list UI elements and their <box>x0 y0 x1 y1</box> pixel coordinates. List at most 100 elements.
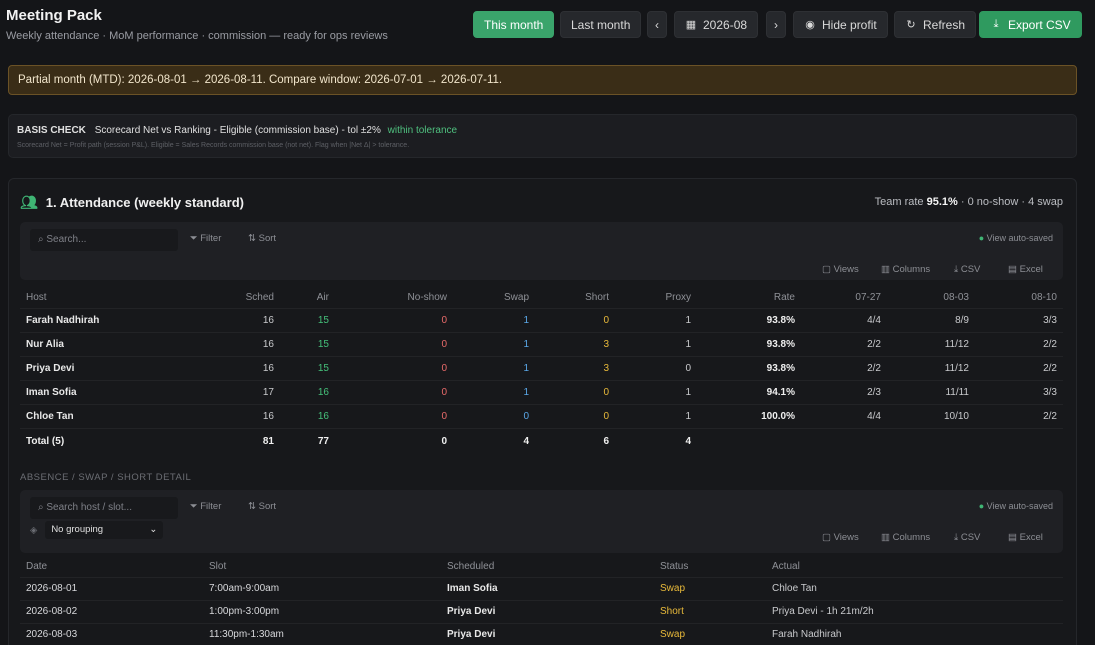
attendance-autosave-indicator: ● View auto-saved <box>979 233 1053 243</box>
detail-sort-button[interactable]: ⇅ Sort <box>248 501 276 512</box>
col-week-0727[interactable]: 07-27 <box>801 288 887 308</box>
cell-sched: 16 <box>220 355 280 380</box>
cell-sched: 17 <box>220 379 280 404</box>
cell-air: 16 <box>280 379 335 404</box>
cell-status: Short <box>654 599 766 623</box>
attendance-views-button[interactable]: ▢ Views <box>822 264 859 275</box>
table-row[interactable]: 2026-08-01 7:00am-9:00am Iman Sofia Swap Chl… <box>20 576 1063 600</box>
col-air[interactable]: Air <box>280 288 335 308</box>
cell-short: 0 <box>535 307 615 332</box>
cell-no-show: 0 <box>335 403 453 428</box>
attendance-excel-button[interactable]: ▤ Excel <box>1008 264 1043 275</box>
cell-proxy: 1 <box>615 331 697 356</box>
cell-short: 3 <box>535 331 615 356</box>
total-cell: Total (5) <box>20 427 220 454</box>
table-row[interactable]: Priya Devi 16 15 0 1 3 0 93.8% 2/2 11/12 2/2 <box>20 355 1063 380</box>
team-rate-value: 95.1% <box>926 196 958 208</box>
cell-07-27: 2/3 <box>801 379 887 404</box>
col-week-0810[interactable]: 08-10 <box>975 288 1063 308</box>
detail-search-placeholder: Search host / slot... <box>46 502 132 513</box>
layers-icon: ◈ <box>30 524 38 536</box>
total-row: Total (5) 81 77 0 4 6 4 <box>20 427 1063 454</box>
col-sched[interactable]: Sched <box>220 288 280 308</box>
table-row[interactable]: Iman Sofia 17 16 0 1 0 1 94.1% 2/3 11/11 3/3 <box>20 379 1063 404</box>
total-cell: 6 <box>535 427 615 454</box>
cell-sched: 16 <box>220 403 280 428</box>
col-short[interactable]: Short <box>535 288 615 308</box>
cell-08-03: 11/11 <box>887 379 975 404</box>
detail-header-row: Date Slot Scheduled Status Actual <box>20 557 1063 577</box>
attendance-sort-button[interactable]: ⇅ Sort <box>248 233 276 244</box>
views-icon: ▢ <box>822 532 834 543</box>
table-row[interactable]: Chloe Tan 16 16 0 0 0 1 100.0% 4/4 10/10 2/2 <box>20 403 1063 428</box>
detail-csv-button[interactable]: ⤓ CSV <box>954 532 980 543</box>
cell-host: Chloe Tan <box>20 403 220 428</box>
attendance-csv-button[interactable]: ⤓ CSV <box>954 264 980 275</box>
table-row[interactable]: Nur Alia 16 15 0 1 3 1 93.8% 2/2 11/12 2/2 <box>20 331 1063 356</box>
col-proxy[interactable]: Proxy <box>615 288 697 308</box>
attendance-section-title: 👥︎ 1. Attendance (weekly standard) <box>20 194 244 211</box>
basis-check-label: BASIS CHECK <box>17 125 86 136</box>
refresh-label: Refresh <box>923 17 966 32</box>
cell-proxy: 1 <box>615 379 697 404</box>
period-picker[interactable]: ▦ 2026-08 <box>674 11 759 38</box>
total-empty-cell <box>975 427 1063 454</box>
this-month-button[interactable]: This month <box>473 11 555 38</box>
period-label: 2026-08 <box>703 17 748 32</box>
status-dot-icon: ● <box>978 233 987 243</box>
detail-views-button[interactable]: ▢ Views <box>822 532 859 543</box>
cell-sched: 16 <box>220 331 280 356</box>
cell-host: Priya Devi <box>20 355 220 380</box>
next-month-button[interactable]: › <box>766 11 786 38</box>
cell-swap: 0 <box>453 403 535 428</box>
attendance-search-placeholder: Search... <box>46 234 87 245</box>
attendance-filter-button[interactable]: ⏷ Filter <box>190 233 221 244</box>
last-month-button[interactable]: Last month <box>560 11 642 38</box>
table-row[interactable]: Farah Nadhirah 16 15 0 1 0 1 93.8% 4/4 8/9 3/3 <box>20 307 1063 332</box>
team-rate-prefix: Team rate <box>874 196 924 208</box>
filter-icon: ⏷ <box>190 501 201 512</box>
grouping-select[interactable]: No grouping ⌄ <box>45 521 164 539</box>
detail-excel-button[interactable]: ▤ Excel <box>1008 532 1043 543</box>
col-scheduled[interactable]: Scheduled <box>441 557 654 577</box>
col-swap[interactable]: Swap <box>453 288 535 308</box>
table-row[interactable]: 2026-08-02 1:00pm-3:00pm Priya Devi Short Pr… <box>20 599 1063 623</box>
col-no-show[interactable]: No-show <box>335 288 453 308</box>
grouping-control: ◈ No grouping ⌄ <box>30 521 164 539</box>
status-dot-icon: ● <box>978 501 987 511</box>
total-cell: 81 <box>220 427 280 454</box>
cell-08-03: 10/10 <box>887 403 975 428</box>
detail-search-input[interactable]: ⌕ Search host / slot... <box>30 497 178 519</box>
col-actual[interactable]: Actual <box>766 557 1063 577</box>
detail-autosave-label: View auto-saved <box>986 501 1053 511</box>
prev-month-button[interactable]: ‹ <box>647 11 667 38</box>
detail-filter-button[interactable]: ⏷ Filter <box>190 501 221 512</box>
cell-air: 15 <box>280 331 335 356</box>
attendance-search-input[interactable]: ⌕ Search... <box>30 229 178 251</box>
page-title: Meeting Pack <box>6 7 102 24</box>
columns-icon: ▥ <box>881 532 893 543</box>
detail-sort-label: Sort <box>258 501 277 512</box>
detail-columns-button[interactable]: ▥ Columns <box>881 532 930 543</box>
col-rate[interactable]: Rate <box>697 288 801 308</box>
download-icon: ⤓ <box>954 532 961 543</box>
table-row[interactable]: 2026-08-03 11:30pm-1:30am Priya Devi Swap Fa… <box>20 622 1063 645</box>
cell-short: 0 <box>535 403 615 428</box>
total-cell: 0 <box>335 427 453 454</box>
download-icon: ⤓ <box>993 18 999 30</box>
col-slot[interactable]: Slot <box>203 557 441 577</box>
col-host[interactable]: Host <box>20 288 220 308</box>
attendance-columns-button[interactable]: ▥ Columns <box>881 264 930 275</box>
refresh-button[interactable]: ↻ Refresh <box>894 11 977 38</box>
col-status[interactable]: Status <box>654 557 766 577</box>
filter-icon: ⏷ <box>190 233 201 244</box>
export-csv-button[interactable]: ⤓ Export CSV <box>979 11 1082 38</box>
hide-profit-button[interactable]: ◉ Hide profit <box>793 11 888 38</box>
cell-08-03: 8/9 <box>887 307 975 332</box>
col-week-0803[interactable]: 08-03 <box>887 288 975 308</box>
cell-actual: Chloe Tan <box>766 576 1063 600</box>
attendance-sort-label: Sort <box>258 233 277 244</box>
attendance-title: 1. Attendance (weekly standard) <box>45 195 244 210</box>
col-date[interactable]: Date <box>20 557 203 577</box>
detail-columns-label: Columns <box>892 532 931 543</box>
